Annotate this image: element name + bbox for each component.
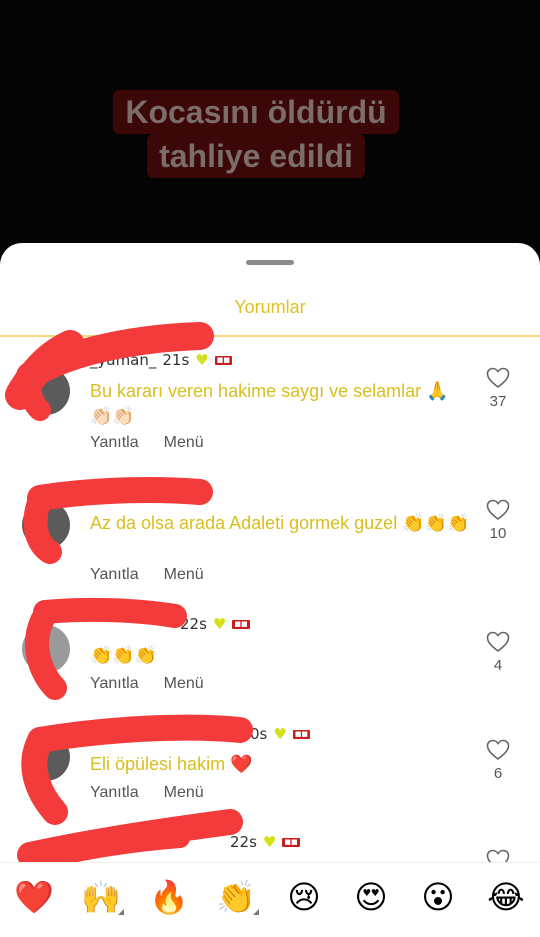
- comment-time: 0s: [250, 725, 268, 743]
- avatar[interactable]: [22, 367, 70, 415]
- heart-outline-icon: [486, 739, 510, 761]
- like-count: 37: [489, 393, 507, 410]
- verified-heart-icon: ♥: [273, 725, 287, 743]
- emoji-crying-button[interactable]: 😢: [279, 877, 329, 917]
- verified-heart-icon: ♥: [212, 615, 227, 633]
- video-caption: Kocasını öldürdü tahliye edildi: [76, 90, 436, 178]
- comment-time: 22s: [180, 615, 207, 633]
- like-button[interactable]: 4: [478, 631, 518, 674]
- comment-text: 👏👏👏: [90, 645, 158, 665]
- emoji-bar: ❤️ 🙌 🔥 👏 😢 😍 😮 😂: [0, 862, 540, 937]
- heart-outline-icon: [486, 499, 510, 521]
- drag-handle[interactable]: [246, 260, 294, 265]
- flag-badge-icon: ■■: [282, 837, 300, 847]
- avatar[interactable]: [22, 733, 70, 781]
- avatar[interactable]: [22, 501, 70, 549]
- like-button[interactable]: 6: [478, 739, 518, 782]
- emoji-raised-hands-label: 🙌: [81, 878, 121, 916]
- comment-meta: 22s ♥ ■■: [230, 833, 300, 851]
- reply-button[interactable]: Yanıtla: [90, 784, 139, 802]
- emoji-heart-button[interactable]: ❤️: [9, 877, 59, 917]
- heart-outline-icon: [486, 631, 510, 653]
- like-count: 10: [489, 525, 507, 542]
- username[interactable]: _yaman_: [90, 351, 156, 369]
- flag-badge-icon: ■■: [292, 729, 311, 739]
- skin-tone-indicator-icon: [118, 909, 124, 915]
- comment-text: Eli öpülesi hakim ❤️: [90, 754, 253, 774]
- comment-time: 21s: [162, 351, 190, 369]
- emoji-laughing-button[interactable]: 😂: [481, 877, 531, 917]
- heart-outline-icon: [486, 367, 510, 389]
- comment-time: 22s: [230, 833, 257, 851]
- emoji-fire-button[interactable]: 🔥: [144, 877, 194, 917]
- comment-text: Bu kararı veren hakime saygı ve selamlar…: [90, 381, 449, 426]
- flag-badge-icon: ■■: [214, 355, 232, 365]
- reply-button[interactable]: Yanıtla: [90, 675, 139, 693]
- verified-heart-icon: ♥: [262, 833, 277, 851]
- reply-button[interactable]: Yanıtla: [90, 434, 139, 452]
- emoji-raised-hands-button[interactable]: 🙌: [76, 877, 126, 917]
- emoji-clap-label: 👏: [216, 878, 256, 916]
- like-count: 6: [493, 765, 503, 782]
- menu-button[interactable]: Menü: [164, 784, 204, 802]
- like-button[interactable]: 10: [478, 499, 518, 542]
- caption-line-1: Kocasını öldürdü: [113, 90, 399, 134]
- flag-badge-icon: ■■: [232, 619, 250, 629]
- verified-heart-icon: ♥: [195, 351, 209, 369]
- like-button[interactable]: 37: [478, 367, 518, 410]
- like-count: 4: [493, 657, 503, 674]
- emoji-heart-eyes-button[interactable]: 😍: [346, 877, 396, 917]
- comment-meta: _yaman_ 21s ♥ ■■: [90, 351, 232, 369]
- title-divider: [0, 335, 540, 337]
- skin-tone-indicator-icon: [253, 909, 259, 915]
- comment-meta: 22s ♥ ■■: [180, 615, 250, 633]
- reply-button[interactable]: Yanıtla: [90, 566, 139, 584]
- sheet-title: Yorumlar: [234, 297, 306, 317]
- menu-button[interactable]: Menü: [164, 434, 204, 452]
- avatar[interactable]: [22, 625, 70, 673]
- menu-button[interactable]: Menü: [164, 566, 204, 584]
- comments-sheet: Yorumlar _yaman_ 21s ♥ ■■ Bu kararı vere…: [0, 243, 540, 936]
- comment-text: Az da olsa arada Adaleti gormek guzel 👏👏…: [90, 513, 470, 533]
- emoji-clap-button[interactable]: 👏: [211, 877, 261, 917]
- menu-button[interactable]: Menü: [164, 675, 204, 693]
- caption-line-2: tahliye edildi: [147, 134, 365, 178]
- emoji-surprised-button[interactable]: 😮: [413, 877, 463, 917]
- comment-meta: 0s ♥ ■■: [250, 725, 311, 743]
